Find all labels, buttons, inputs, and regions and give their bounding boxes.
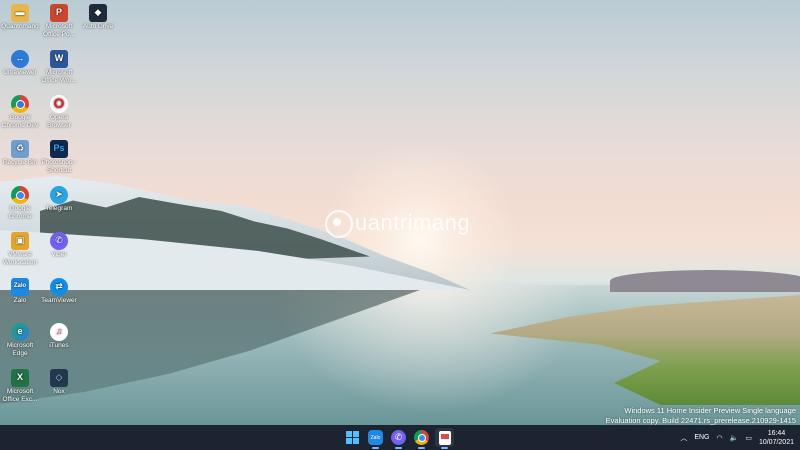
desktop-icon-powerpoint[interactable]: P Microsoft Office Po... <box>39 4 79 38</box>
desktop-icon-telegram[interactable]: ➤ Telegram <box>39 186 79 213</box>
clock-date: 10/07/2021 <box>758 438 794 446</box>
desktop-icon-teamviewer[interactable]: ⇄ TeamViewer <box>39 278 79 305</box>
excel-icon: X <box>11 369 29 387</box>
taskbar-zalo[interactable]: Zalo <box>366 428 385 449</box>
start-button[interactable] <box>343 428 362 447</box>
desktop-icon-chrome[interactable]: Google Chrome <box>0 186 40 220</box>
chevron-up-icon[interactable]: ︿ <box>680 433 687 443</box>
opera-icon: O <box>50 95 68 113</box>
taskbar-snipping-tool[interactable] <box>435 428 454 449</box>
clock[interactable]: 16:44 10/07/2021 <box>759 429 794 447</box>
zalo-icon: Zalo <box>368 430 383 445</box>
desktop-icon-ultraviewer[interactable]: ↔ UltraViewer <box>0 50 40 77</box>
desktop-wallpaper: uantrimang Windows 11 Home Insider Previ… <box>0 0 800 425</box>
taskbar-chrome[interactable] <box>412 428 431 449</box>
watermark-logo: uantrimang <box>325 210 470 239</box>
desktop-icon-excel[interactable]: X Microsoft Office Exc... <box>0 369 40 403</box>
desktop-icon-photoshop[interactable]: Ps Photoshop - Shortcut <box>39 140 79 174</box>
taskbar-viber[interactable]: ✆ <box>389 428 408 449</box>
powerpoint-icon: P <box>50 4 68 22</box>
desktop-icon-itunes[interactable]: ♫ iTunes <box>39 323 79 350</box>
desktop-icon-word[interactable]: W Microsoft Office Wor... <box>39 50 79 84</box>
teamviewer-icon: ⇄ <box>50 278 68 296</box>
recycle-bin-icon: ♻ <box>11 140 29 158</box>
autodrive-icon: ◆ <box>89 4 107 22</box>
language-indicator[interactable]: ENG <box>694 434 709 441</box>
desktop-icon-vmware[interactable]: ▣ VMware Workstation <box>0 232 40 266</box>
photoshop-icon: Ps <box>50 140 68 158</box>
windows-start-icon <box>346 431 359 444</box>
folder-icon: ▬ <box>11 4 29 22</box>
taskbar-apps: Zalo ✆ <box>343 428 454 449</box>
build-info: Windows 11 Home Insider Preview Single l… <box>606 406 796 425</box>
clock-time: 16:44 <box>767 429 786 437</box>
desktop-icon-recycle-bin[interactable]: ♻ Recycle Bin <box>0 140 40 167</box>
snipping-tool-icon <box>438 430 451 445</box>
build-info-line1: Windows 11 Home Insider Preview Single l… <box>624 406 796 415</box>
desktop-icon-quantrimang[interactable]: ▬ Quantrimang <box>0 4 40 31</box>
desktop-icon-auto-drive[interactable]: ◆ Auto Drive <box>78 4 118 31</box>
build-info-line2: Evaluation copy. Build 22471.rs_prerelea… <box>605 416 796 425</box>
volume-icon[interactable]: 🔈 <box>730 434 739 442</box>
desktop-icon-zalo[interactable]: Zalo Zalo <box>0 278 40 305</box>
watermark-icon <box>325 210 353 239</box>
battery-icon[interactable]: ▭ <box>745 434 752 442</box>
chrome-dev-icon <box>11 95 29 113</box>
viber-icon: ✆ <box>391 430 406 445</box>
chrome-icon <box>11 186 29 204</box>
desktop-icon-nox[interactable]: ◇ Nox <box>39 369 79 396</box>
telegram-icon: ➤ <box>50 186 68 204</box>
zalo-icon: Zalo <box>11 278 29 296</box>
viber-icon: ✆ <box>50 232 68 250</box>
desktop-icon-viber[interactable]: ✆ Viber <box>39 232 79 259</box>
taskbar: Zalo ✆ ︿ ENG ◠ 🔈 ▭ 16:44 10/07/2021 <box>0 425 800 450</box>
vmware-icon: ▣ <box>11 232 29 250</box>
ultraviewer-icon: ↔ <box>11 50 29 68</box>
chrome-icon <box>414 430 429 445</box>
desktop-icon-edge[interactable]: e Microsoft Edge <box>0 323 40 357</box>
edge-icon: e <box>11 323 29 341</box>
system-tray: ︿ ENG ◠ 🔈 ▭ 16:44 10/07/2021 <box>680 425 794 450</box>
wifi-icon[interactable]: ◠ <box>717 434 723 442</box>
nox-icon: ◇ <box>50 369 68 387</box>
desktop-icon-chrome-dev[interactable]: Google Chrome Dev <box>0 95 40 129</box>
itunes-icon: ♫ <box>50 323 68 341</box>
word-icon: W <box>50 50 68 68</box>
desktop-icon-opera[interactable]: O Opera Browser <box>39 95 79 129</box>
